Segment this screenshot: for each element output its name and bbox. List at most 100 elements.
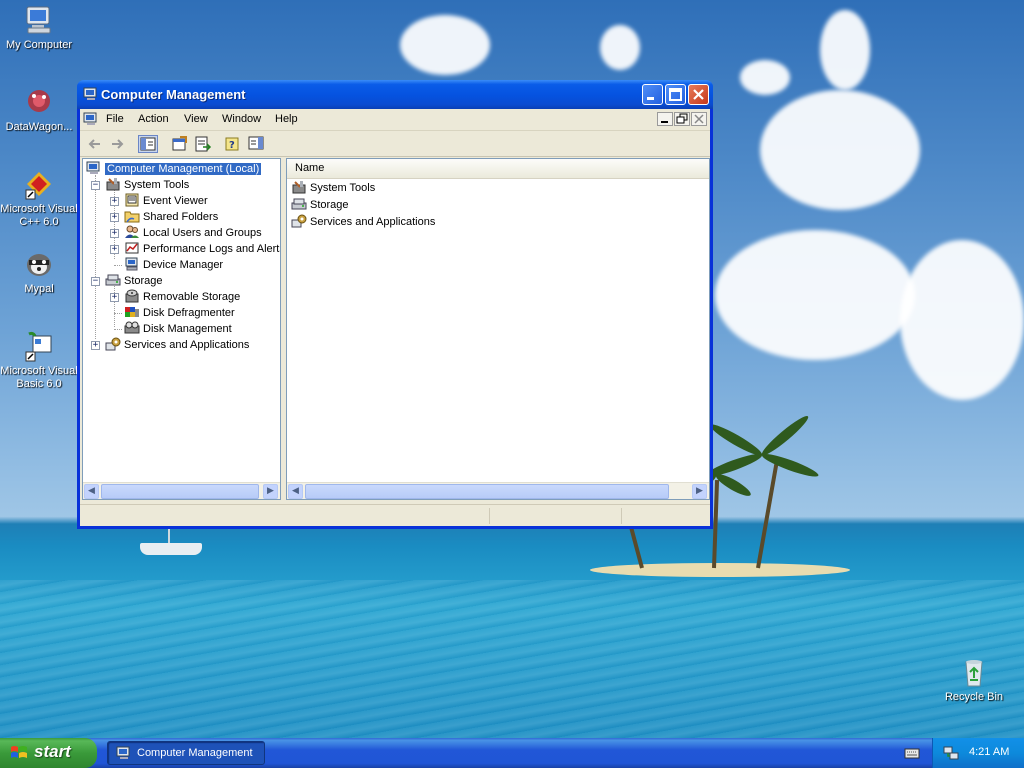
network-icon[interactable]	[943, 745, 959, 761]
menu-window[interactable]: Window	[222, 113, 261, 125]
scroll-right-button[interactable]: ▶	[263, 484, 278, 499]
expand-performance-logs[interactable]: +	[110, 245, 119, 254]
toolbar: ?	[80, 131, 710, 157]
desktop-icon-label: DataWagon...	[5, 121, 73, 133]
close-button[interactable]	[688, 84, 709, 105]
list-item-label: System Tools	[310, 182, 376, 194]
results-horizontal-scrollbar[interactable]: ◀ ▶	[287, 482, 709, 499]
list-item-label: Services and Applications	[310, 216, 436, 228]
sailboat	[140, 543, 202, 555]
show-hide-console-tree-icon[interactable]	[138, 135, 158, 153]
show-hide-action-pane-icon[interactable]	[247, 135, 267, 153]
windows-logo-icon	[10, 745, 28, 761]
removable-storage-icon	[124, 289, 140, 303]
event-viewer-icon	[124, 193, 140, 207]
island	[590, 563, 850, 577]
expand-removable-storage[interactable]: +	[110, 293, 119, 302]
clock[interactable]: 4:21 AM	[969, 746, 1009, 758]
keyboard-icon[interactable]	[904, 746, 920, 760]
child-close-button[interactable]	[691, 112, 707, 126]
tree-item-root[interactable]: Computer Management (Local)	[86, 161, 262, 177]
scroll-right-button[interactable]: ▶	[692, 484, 707, 499]
forward-arrow-icon[interactable]	[107, 135, 127, 153]
status-divider	[489, 508, 490, 524]
title-bar[interactable]: Computer Management	[77, 80, 713, 109]
desktop-icon-mypal[interactable]: Mypal	[0, 248, 78, 296]
cloud	[740, 60, 790, 95]
expand-local-users[interactable]: +	[110, 229, 119, 238]
svg-text:?: ?	[229, 140, 235, 151]
tree-item-services-applications[interactable]: Services and Applications	[105, 337, 249, 353]
collapse-system-tools[interactable]: −	[91, 181, 100, 190]
scroll-thumb[interactable]	[101, 484, 259, 499]
tree-item-disk-defragmenter[interactable]: Disk Defragmenter	[124, 305, 235, 321]
expand-event-viewer[interactable]: +	[110, 197, 119, 206]
scroll-left-button[interactable]: ◀	[84, 484, 99, 499]
tree-item-system-tools[interactable]: System Tools	[105, 177, 189, 193]
cloud	[820, 10, 870, 90]
tree-label: Device Manager	[143, 259, 224, 271]
child-minimize-button[interactable]	[657, 112, 673, 126]
expand-shared-folders[interactable]: +	[110, 213, 119, 222]
taskbar-item-label: Computer Management	[137, 747, 253, 759]
tree-item-performance-logs[interactable]: Performance Logs and Alerts	[124, 241, 281, 257]
desktop-icon-label: Mypal	[24, 283, 54, 295]
palm-tree	[756, 461, 779, 569]
sea	[0, 580, 1024, 738]
collapse-storage[interactable]: −	[91, 277, 100, 286]
tree-connector	[95, 175, 96, 339]
desktop-icon-visual-cpp[interactable]: Microsoft Visual C++ 6.0	[0, 168, 78, 229]
column-header-name[interactable]: Name	[287, 159, 709, 179]
menu-view[interactable]: View	[184, 113, 208, 125]
status-divider	[621, 508, 622, 524]
disk-management-icon	[124, 321, 140, 335]
tree-connector	[114, 283, 115, 327]
computer-icon	[86, 161, 102, 175]
device-manager-icon	[124, 257, 140, 271]
help-icon[interactable]: ?	[223, 135, 243, 153]
export-list-icon[interactable]	[193, 135, 213, 153]
menu-bar: File Action View Window Help	[80, 109, 710, 131]
tree-item-device-manager[interactable]: Device Manager	[124, 257, 223, 273]
menu-action[interactable]: Action	[138, 113, 169, 125]
menu-file[interactable]: File	[106, 113, 124, 125]
storage-icon	[105, 273, 121, 287]
expand-services-applications[interactable]: +	[91, 341, 100, 350]
desktop-icon-my-computer[interactable]: My Computer	[0, 4, 78, 52]
list-item[interactable]: Storage	[291, 197, 349, 213]
back-arrow-icon[interactable]	[85, 135, 105, 153]
scroll-thumb[interactable]	[305, 484, 669, 499]
desktop-icon-recycle-bin[interactable]: Recycle Bin	[935, 656, 1013, 704]
list-item[interactable]: System Tools	[291, 180, 375, 196]
scroll-left-button[interactable]: ◀	[288, 484, 303, 499]
tree-label: Performance Logs and Alerts	[143, 243, 281, 255]
minimize-button[interactable]	[642, 84, 663, 105]
tree-item-storage[interactable]: Storage	[105, 273, 163, 289]
list-item[interactable]: Services and Applications	[291, 214, 435, 230]
tree-item-disk-management[interactable]: Disk Management	[124, 321, 232, 337]
tree-item-event-viewer[interactable]: Event Viewer	[124, 193, 208, 209]
palm-tree	[712, 479, 720, 569]
mmc-menu-icon[interactable]	[83, 112, 99, 126]
desktop-icon-visual-basic[interactable]: Microsoft Visual Basic 6.0	[0, 330, 78, 391]
tree-item-local-users[interactable]: Local Users and Groups	[124, 225, 262, 241]
properties-icon[interactable]	[170, 135, 190, 153]
start-label: start	[34, 742, 71, 761]
system-tray: 4:21 AM	[932, 738, 1024, 768]
tree-label: Shared Folders	[143, 211, 219, 223]
panes: Computer Management (Local) − System Too…	[80, 158, 710, 500]
desktop-icon-datawagon[interactable]: DataWagon...	[0, 86, 78, 134]
tree-item-removable-storage[interactable]: Removable Storage	[124, 289, 240, 305]
tree-horizontal-scrollbar[interactable]: ◀ ▶	[83, 482, 280, 499]
taskbar-item-computer-management[interactable]: Computer Management	[107, 741, 265, 765]
tree-label: Disk Management	[143, 323, 232, 335]
menu-help[interactable]: Help	[275, 113, 298, 125]
tree-item-shared-folders[interactable]: Shared Folders	[124, 209, 218, 225]
performance-logs-icon	[124, 241, 140, 255]
maximize-button[interactable]	[665, 84, 686, 105]
recycle-bin-icon	[958, 656, 990, 688]
start-button[interactable]: start	[0, 738, 97, 768]
computer-management-window: Computer Management File Action View Win…	[77, 80, 713, 529]
cloud	[900, 240, 1024, 400]
child-restore-button[interactable]	[674, 112, 690, 126]
